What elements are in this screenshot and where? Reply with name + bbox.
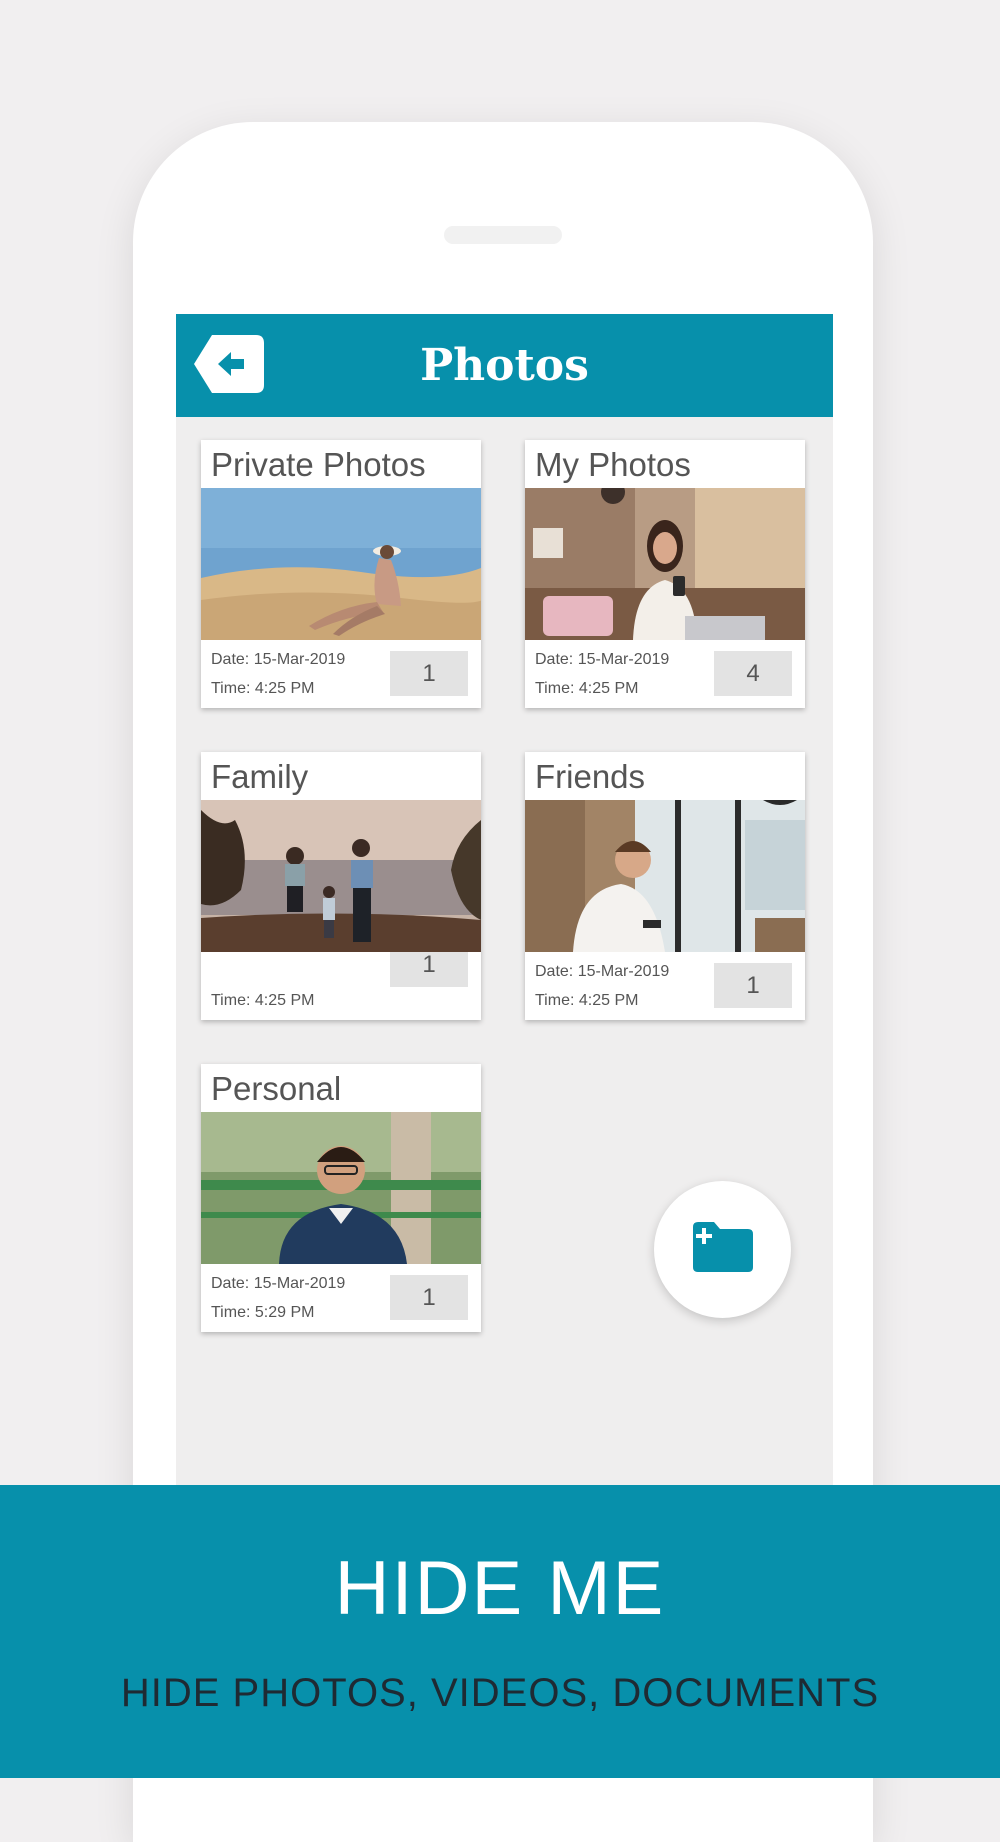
family-at-sunset-lake-photo: [201, 800, 481, 952]
add-folder-icon: [693, 1222, 753, 1272]
album-time: Time: 4:25 PM: [211, 992, 315, 1009]
album-time: Time: 4:25 PM: [535, 992, 639, 1009]
album-date: Date: 15-Mar-2019: [211, 651, 346, 668]
app-screen: Photos Private Photos Date: 15-Mar-2019 …: [176, 314, 833, 1514]
album-time: Time: 5:29 PM: [211, 1304, 315, 1321]
album-date: Date: 15-Mar-2019: [211, 1275, 346, 1292]
album-date: Date: 15-Mar-2019: [535, 963, 670, 980]
album-card-my-photos[interactable]: My Photos Date: 15-Mar-2019 Time: 4:25 P…: [525, 440, 805, 708]
page-title: Photos: [420, 340, 589, 391]
album-date: Date: 15-Mar-2019: [535, 651, 670, 668]
add-folder-button[interactable]: [654, 1181, 791, 1318]
album-title: Private Photos: [211, 446, 426, 483]
album-title: My Photos: [535, 446, 691, 483]
album-title: Family: [211, 758, 309, 795]
app-bar: Photos: [176, 314, 833, 417]
promo-title: HIDE ME: [334, 1546, 666, 1631]
woman-sitting-on-sand-dune-photo: [201, 488, 481, 640]
man-in-polo-shirt-outdoors-photo: [201, 1112, 481, 1264]
album-title: Personal: [211, 1070, 342, 1107]
phone-speaker: [444, 226, 562, 244]
promo-banner: HIDE ME HIDE PHOTOS, VIDEOS, DOCUMENTS: [0, 1485, 1000, 1778]
album-time: Time: 4:25 PM: [211, 680, 315, 697]
album-count-badge: 1: [714, 963, 792, 1008]
album-title: Friends: [535, 758, 646, 795]
album-time: Time: 4:25 PM: [535, 680, 639, 697]
album-count-badge: 1: [390, 1275, 468, 1320]
man-with-phone-by-window-photo: [525, 800, 805, 952]
album-card-family[interactable]: Family 1 Time: 4:25 PM: [201, 752, 481, 1020]
album-card-private-photos[interactable]: Private Photos Date: 15-Mar-2019 Time: 4…: [201, 440, 481, 708]
album-count-badge: 1: [390, 651, 468, 696]
album-card-friends[interactable]: Friends Date: 15-Mar-2019 Time: 4:25 PM …: [525, 752, 805, 1020]
promo-subtitle: HIDE PHOTOS, VIDEOS, DOCUMENTS: [120, 1671, 880, 1715]
album-card-personal[interactable]: Personal Date: 15-Mar-2019 Time: 5:29 PM…: [201, 1064, 481, 1332]
woman-with-phone-in-cafe-photo: [525, 488, 805, 640]
album-count-badge: 4: [714, 651, 792, 696]
